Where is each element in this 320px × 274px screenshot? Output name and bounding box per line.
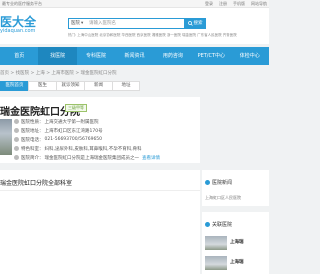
hospital-info-panel: 瑞金医院虹口分院 三级甲等 医院性质： 上海交通大学第一附属医院 医院地址： 上… (0, 97, 200, 163)
logo[interactable]: 医大全 yidaquan.com (0, 13, 38, 38)
tab-home[interactable]: 医院首页 (0, 81, 28, 91)
search-input[interactable]: 请输入医院名 (89, 20, 116, 27)
logo-url: yidaquan.com (0, 28, 36, 34)
detail-label: 医院性质： (21, 119, 44, 125)
nav-item-home[interactable]: 首页 (0, 47, 38, 65)
detail-label: 特色科室： (21, 146, 44, 152)
search-button-label: 搜索 (193, 21, 203, 26)
intro-icon (14, 155, 19, 160)
departments-section: 瑞金医院虹口分院全部科室 (0, 170, 200, 274)
nav-item-medication[interactable]: 用药咨询 (154, 47, 192, 65)
nature-icon (14, 119, 19, 124)
related-hospital-thumb (205, 256, 227, 270)
hot-searches[interactable]: 热门: 上海中山医院 北京协和医院 华西医院 西京医院 湘雅医院 浙一医院 瑞金… (68, 33, 237, 38)
related-hospital-name: 上海瑞 (230, 240, 244, 245)
tab-news[interactable]: 新闻 (84, 81, 112, 91)
breadcrumb[interactable]: 首页 > 找医院 > 上海 > 上海市医院 > 瑞金医院虹口分院 (0, 70, 117, 76)
nav-item-news[interactable]: 新闻资讯 (115, 47, 153, 65)
header: 医大全 yidaquan.com 医院 ▾ 请输入医院名 搜索 热门: 上海中山… (0, 8, 269, 44)
specialty-icon (14, 146, 19, 151)
top-bar-links: 登录 注册 手机版 网站导航 (205, 0, 267, 8)
search-button[interactable]: 搜索 (184, 18, 206, 29)
hospital-grade-badge: 三级甲等 (65, 104, 87, 112)
divider (0, 190, 200, 191)
tab-address[interactable]: 地址 (112, 81, 140, 91)
search-category-select[interactable]: 医院 ▾ (71, 20, 83, 27)
related-hospitals-box: 关联医院 上海瑞 上海瑞 (202, 212, 269, 274)
hospital-details: 医院性质： 上海交通大学第一附属医院 医院地址： 上海市虹口区东江湾路170号 … (14, 117, 200, 162)
site-nav-link[interactable]: 网站导航 (251, 0, 267, 8)
search-category-label: 医院 (71, 21, 80, 26)
main-nav: 首页 找医院 专科医院 新闻资讯 用药咨询 PET/CT中心 体检中心 (0, 47, 269, 65)
related-hospital-card[interactable]: 上海瑞 (205, 256, 269, 270)
nav-item-specialty-hospital[interactable]: 专科医院 (77, 47, 115, 65)
detail-label: 医院地址： (21, 128, 44, 134)
detail-row-address: 医院地址： 上海市虹口区东江湾路170号 (14, 126, 200, 135)
related-icon (205, 222, 210, 227)
hospital-news-header: 医院新闻 (205, 179, 232, 186)
search-icon (187, 21, 193, 26)
detail-label: 医院电话： (21, 137, 44, 143)
hospital-news-item[interactable]: 上海虹口区人民医院 (205, 195, 241, 201)
detail-value: 妇科,泌尿外科,皮肤科,耳鼻喉科,不孕不育科,骨科 (44, 146, 142, 152)
search-box: 医院 ▾ 请输入医院名 搜索 (68, 18, 206, 29)
hospital-news-box: 医院新闻 上海虹口区人民医院 (202, 170, 269, 206)
nav-item-checkup[interactable]: 体检中心 (231, 47, 269, 65)
top-bar-slogan: 最专业的医疗服务平台 (2, 1, 42, 6)
mobile-link[interactable]: 手机版 (233, 0, 245, 8)
register-link[interactable]: 注册 (219, 0, 227, 8)
hospital-tabs: 医院首页 医生 就诊须知 新闻 地址 (0, 81, 160, 91)
tab-visit-guide[interactable]: 就诊须知 (56, 81, 84, 91)
tab-doctors[interactable]: 医生 (28, 81, 56, 91)
related-hospitals-header: 关联医院 (205, 221, 232, 228)
departments-title: 瑞金医院虹口分院全部科室 (0, 180, 73, 187)
detail-value: 上海交通大学第一附属医院 (44, 119, 99, 125)
detail-value: 021-56693700/56769650 (44, 137, 103, 142)
login-link[interactable]: 登录 (205, 0, 213, 8)
detail-row-nature: 医院性质： 上海交通大学第一附属医院 (14, 117, 200, 126)
detail-row-intro: 医院简介： 瑞金医院虹口分院是上海瑞金医院集团成员之一 查看详情 (14, 153, 200, 162)
location-icon (14, 128, 19, 133)
detail-value: 上海市虹口区东江湾路170号 (44, 128, 103, 134)
detail-row-specialties: 特色科室： 妇科,泌尿外科,皮肤科,耳鼻喉科,不孕不育科,骨科 (14, 144, 200, 153)
hospital-news-title: 医院新闻 (212, 180, 233, 186)
chevron-down-icon: ▾ (81, 21, 84, 26)
news-icon (205, 180, 210, 185)
view-details-link[interactable]: 查看详情 (142, 155, 160, 161)
related-hospital-name: 上海瑞 (230, 260, 244, 265)
detail-row-phone: 医院电话： 021-56693700/56769650 (14, 135, 200, 144)
phone-icon (14, 137, 19, 142)
detail-value: 瑞金医院虹口分院是上海瑞金医院集团成员之一 (44, 155, 140, 161)
related-hospital-card[interactable]: 上海瑞 (205, 236, 269, 250)
nav-item-find-hospital[interactable]: 找医院 (38, 47, 77, 65)
related-hospitals-title: 关联医院 (212, 222, 233, 228)
detail-label: 医院简介： (21, 155, 44, 161)
hospital-photo (0, 119, 12, 155)
related-hospital-thumb (205, 236, 227, 250)
nav-item-petct[interactable]: PET/CT中心 (192, 47, 230, 65)
top-bar: 最专业的医疗服务平台 登录 注册 手机版 网站导航 (0, 0, 269, 8)
